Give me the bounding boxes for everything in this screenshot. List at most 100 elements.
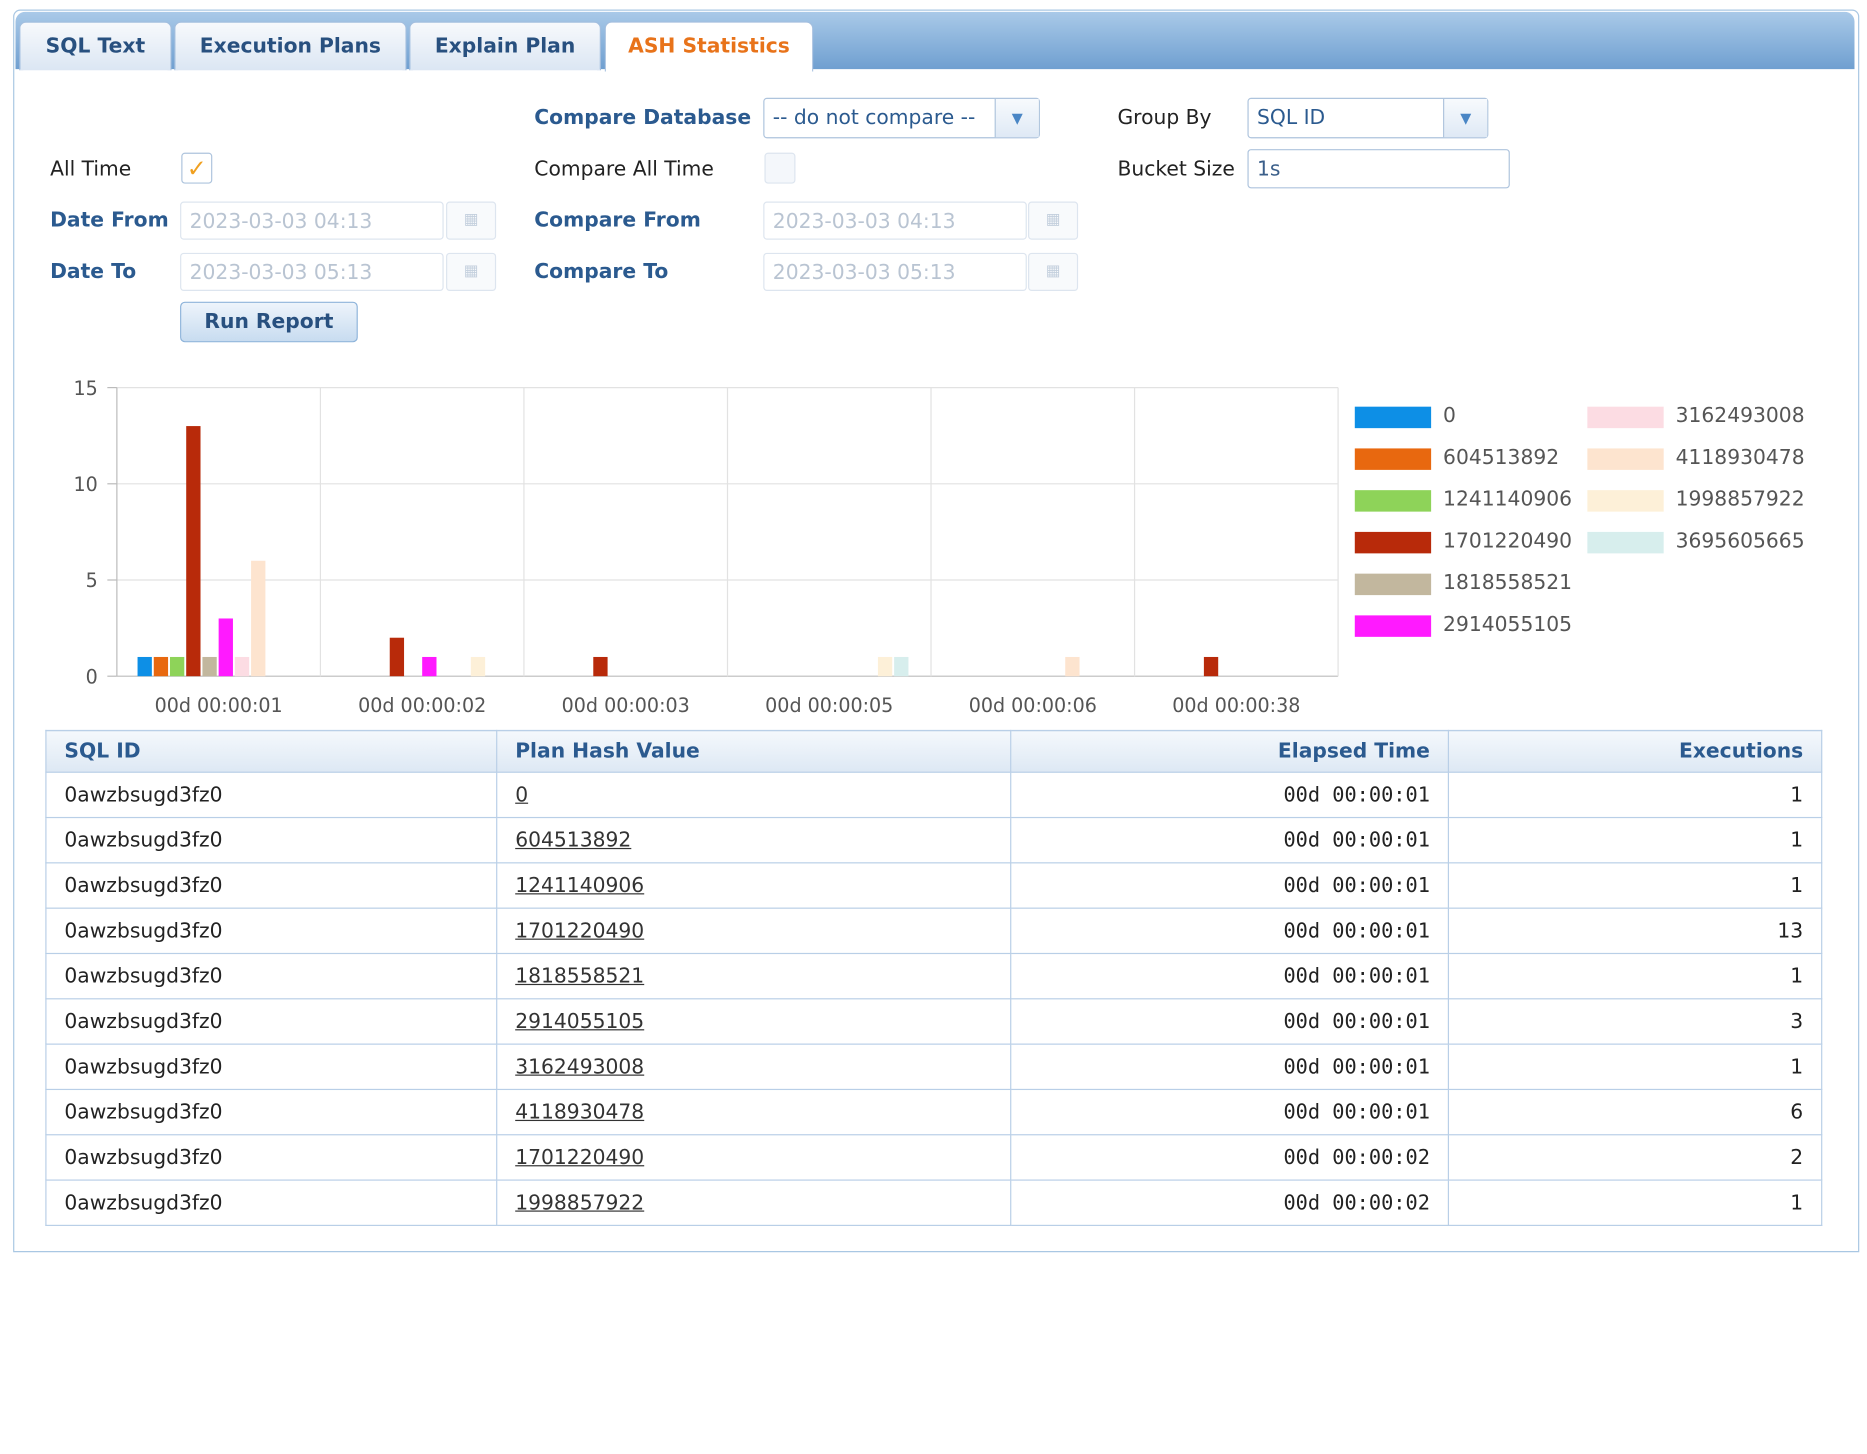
executions-cell: 13 xyxy=(1447,907,1823,955)
bucket-size-input[interactable]: 1s xyxy=(1247,149,1510,189)
checkmark-icon: ✓ xyxy=(186,153,207,183)
bar[interactable] xyxy=(186,426,201,677)
compare-from-field[interactable]: 2023-03-03 04:13 xyxy=(763,201,1027,240)
bar[interactable] xyxy=(234,656,250,677)
tab-sql-text[interactable]: SQL Text xyxy=(19,21,172,71)
bar[interactable] xyxy=(218,618,233,677)
x-tick-label: 00d 00:00:02 xyxy=(358,695,486,717)
bar[interactable] xyxy=(389,637,405,677)
elapsed-time-cell: 00d 00:00:01 xyxy=(1010,1043,1450,1091)
plan-hash-value-cell: 4118930478 xyxy=(496,1088,1012,1136)
tab-explain-plan[interactable]: Explain Plan xyxy=(409,21,602,71)
table-row: 0awzbsugd3fz0 4118930478 00d 00:00:01 6 xyxy=(45,1088,1823,1136)
calendar-icon: ▦ xyxy=(1045,211,1061,229)
x-tick-label: 00d 00:00:03 xyxy=(562,695,690,717)
column-header-plan-hash-value[interactable]: Plan Hash Value xyxy=(496,729,1012,773)
y-tick-label: 10 xyxy=(74,474,98,496)
legend-label: 1998857922 xyxy=(1675,487,1805,512)
bar[interactable] xyxy=(251,560,266,677)
group-by-select[interactable]: SQL ID ▼ xyxy=(1247,97,1489,139)
bar[interactable] xyxy=(153,656,169,677)
x-tick-label: 00d 00:00:01 xyxy=(155,695,283,717)
bar[interactable] xyxy=(1203,656,1219,677)
elapsed-time-cell: 00d 00:00:01 xyxy=(1010,771,1450,819)
tab-execution-plans[interactable]: Execution Plans xyxy=(174,21,407,71)
sql-id-cell: 0awzbsugd3fz0 xyxy=(45,862,498,909)
plan-hash-value-link[interactable]: 2914055105 xyxy=(515,1010,644,1034)
run-report-button[interactable]: Run Report xyxy=(180,301,358,343)
elapsed-time-cell: 00d 00:00:01 xyxy=(1010,862,1450,909)
compare-database-select[interactable]: -- do not compare -- ▼ xyxy=(763,97,1040,139)
table-row: 0awzbsugd3fz0 1701220490 00d 00:00:02 2 xyxy=(45,1134,1823,1181)
plan-hash-value-cell: 1241140906 xyxy=(496,862,1012,909)
table-row: 0awzbsugd3fz0 1818558521 00d 00:00:01 1 xyxy=(45,952,1823,1000)
all-time-checkbox[interactable]: ✓ xyxy=(181,152,213,184)
column-header-elapsed-time[interactable]: Elapsed Time xyxy=(1010,729,1450,773)
group-by-value: SQL ID xyxy=(1257,106,1326,130)
compare-from-label: Compare From xyxy=(534,208,701,233)
compare-all-time-checkbox[interactable] xyxy=(764,152,796,184)
table-row: 0awzbsugd3fz0 3162493008 00d 00:00:01 1 xyxy=(45,1043,1823,1091)
chevron-down-icon[interactable]: ▼ xyxy=(1443,98,1488,138)
bucket-size-label: Bucket Size xyxy=(1117,157,1235,182)
plan-hash-value-link[interactable]: 1701220490 xyxy=(515,1145,644,1169)
legend-swatch xyxy=(1587,406,1664,429)
date-from-calendar-button[interactable]: ▦ xyxy=(446,201,497,240)
date-to-field[interactable]: 2023-03-03 05:13 xyxy=(180,252,444,291)
date-to-calendar-button[interactable]: ▦ xyxy=(446,252,497,291)
bar[interactable] xyxy=(137,656,152,677)
column-header-executions[interactable]: Executions xyxy=(1447,729,1823,773)
legend-label: 3162493008 xyxy=(1675,404,1805,429)
legend-swatch xyxy=(1354,448,1432,470)
legend-swatch xyxy=(1587,531,1664,554)
legend-swatch xyxy=(1354,615,1432,637)
elapsed-time-cell: 00d 00:00:01 xyxy=(1010,816,1450,864)
bar[interactable] xyxy=(894,656,909,677)
table-row: 0awzbsugd3fz0 1701220490 00d 00:00:01 13 xyxy=(45,907,1823,955)
plan-hash-value-cell: 3162493008 xyxy=(496,1043,1012,1091)
plan-hash-value-link[interactable]: 1998857922 xyxy=(515,1191,644,1215)
plan-hash-value-link[interactable]: 4118930478 xyxy=(515,1100,644,1124)
bar[interactable] xyxy=(470,656,486,677)
y-tick-label: 0 xyxy=(86,666,98,688)
bar[interactable] xyxy=(422,656,437,677)
x-tick-label: 00d 00:00:38 xyxy=(1172,695,1300,717)
executions-cell: 1 xyxy=(1447,1043,1823,1091)
plan-hash-value-link[interactable]: 1701220490 xyxy=(515,919,644,943)
y-tick-label: 5 xyxy=(86,570,98,592)
executions-cell: 2 xyxy=(1447,1134,1823,1181)
date-from-field[interactable]: 2023-03-03 04:13 xyxy=(180,201,444,240)
plan-hash-value-cell: 1701220490 xyxy=(496,1134,1012,1181)
all-time-label: All Time xyxy=(50,157,132,182)
plan-hash-value-link[interactable]: 3162493008 xyxy=(515,1055,644,1079)
elapsed-time-cell: 00d 00:00:01 xyxy=(1010,1088,1450,1136)
ash-bar-chart: 0 5 10 15 00d 00:00:01 00d 00:00:02 00d 00:00:… xyxy=(74,378,1339,717)
legend-swatch xyxy=(1587,490,1664,512)
plan-hash-value-link[interactable]: 0 xyxy=(515,783,528,807)
bar[interactable] xyxy=(593,656,608,677)
plan-hash-value-link[interactable]: 604513892 xyxy=(515,828,631,852)
sql-id-cell: 0awzbsugd3fz0 xyxy=(45,952,498,1000)
bar[interactable] xyxy=(877,656,893,677)
sql-id-cell: 0awzbsugd3fz0 xyxy=(45,998,498,1045)
plan-hash-value-cell: 1818558521 xyxy=(496,952,1012,1000)
compare-to-field[interactable]: 2023-03-03 05:13 xyxy=(763,252,1027,291)
chevron-down-icon[interactable]: ▼ xyxy=(994,98,1039,138)
table-row: 0awzbsugd3fz0 2914055105 00d 00:00:01 3 xyxy=(45,998,1823,1045)
compare-to-calendar-button[interactable]: ▦ xyxy=(1028,252,1079,291)
compare-from-calendar-button[interactable]: ▦ xyxy=(1028,201,1079,240)
elapsed-time-cell: 00d 00:00:01 xyxy=(1010,907,1450,955)
legend-label: 0 xyxy=(1443,404,1456,429)
bar[interactable] xyxy=(1065,656,1080,677)
bar[interactable] xyxy=(202,656,217,677)
plan-hash-value-link[interactable]: 1241140906 xyxy=(515,874,644,898)
legend-label: 4118930478 xyxy=(1675,446,1805,470)
elapsed-time-cell: 00d 00:00:01 xyxy=(1010,952,1450,1000)
table-row: 0awzbsugd3fz0 1241140906 00d 00:00:01 1 xyxy=(45,862,1823,909)
executions-cell: 1 xyxy=(1447,862,1823,909)
plan-hash-value-link[interactable]: 1818558521 xyxy=(515,964,644,988)
bar[interactable] xyxy=(169,656,185,677)
legend-label: 1701220490 xyxy=(1443,529,1573,554)
tab-ash-statistics[interactable]: ASH Statistics xyxy=(604,21,814,72)
column-header-sql-id[interactable]: SQL ID xyxy=(45,729,498,773)
